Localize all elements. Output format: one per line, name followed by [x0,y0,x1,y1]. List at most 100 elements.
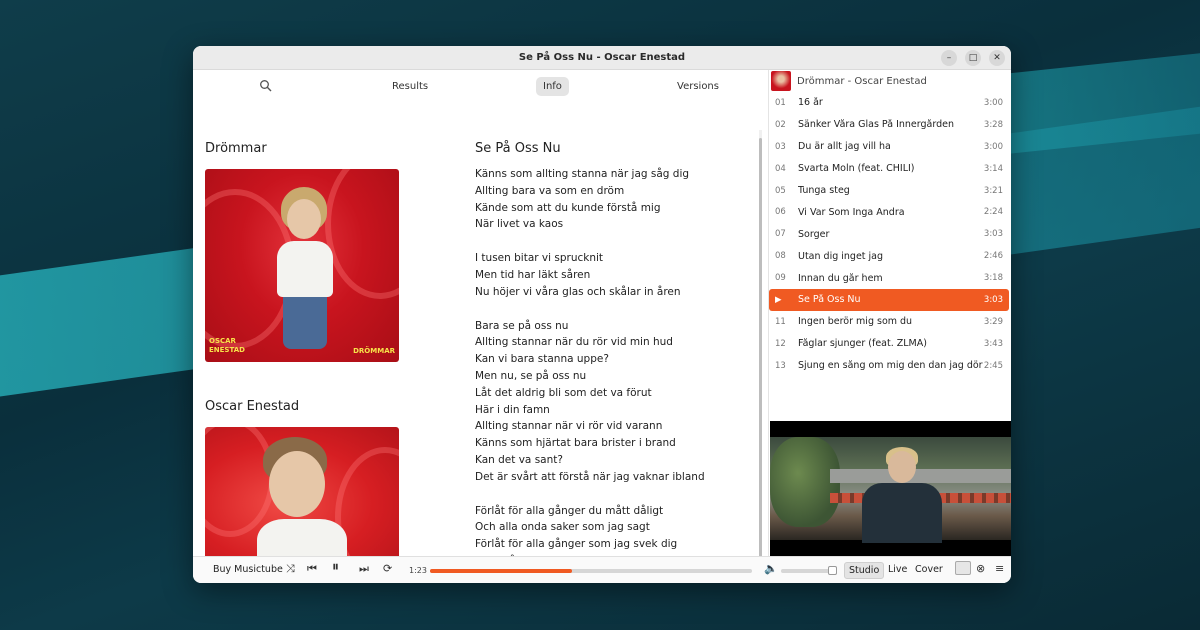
track-dur: 3:00 [983,141,1003,152]
track-dur: 3:18 [983,273,1003,284]
track-dur: 2:45 [983,360,1003,371]
track-name: Vi Var Som Inga Andra [798,206,905,218]
lyric-line: Känns som allting stanna när jag såg dig [475,168,690,180]
track-dur: 3:03 [983,229,1003,240]
track-dur: 3:21 [983,185,1003,196]
tab-versions[interactable]: Versions [670,77,726,96]
track-dur: 3:28 [983,119,1003,130]
main-scrollbar[interactable] [759,130,762,580]
track-dur: 3:29 [983,316,1003,327]
track-num: 13 [775,360,786,371]
track-num: 04 [775,163,786,174]
search-icon[interactable] [259,79,273,93]
track-row[interactable]: 08 Utan dig inget jag 2:46 [769,245,1009,267]
previous-icon[interactable]: ⏮ [307,562,317,576]
maximize-icon[interactable]: □ [965,50,981,66]
track-row[interactable]: 02 Sänker Våra Glas På Innergården 3:28 [769,114,1009,136]
tracklist-panel: Drömmar - Oscar Enestad 01 16 år 3:00 02 Sän… [768,70,1011,556]
track-num: 06 [775,207,786,218]
track-num: 03 [775,141,786,152]
cover-artist-text: OSCAR ENESTAD [209,337,245,354]
clear-icon[interactable]: ⊗ [976,562,985,575]
lyric-stanza: Känns som allting stanna när jag såg dig… [475,166,755,233]
track-name: Sorger [798,228,830,240]
lyric-line: Men tid har läkt såren [475,268,591,281]
track-name: Svarta Moln (feat. CHILI) [798,163,915,175]
minimize-icon[interactable]: – [941,50,957,66]
repeat-icon[interactable]: ⟳ [383,562,392,575]
track-num: 02 [775,119,786,130]
app-window: Se På Oss Nu - Oscar Enestad – □ ✕ Resul… [193,46,1011,583]
fullscreen-video-icon[interactable] [955,561,971,575]
lyric-line: Och alla onda saker som jag sagt [475,521,650,534]
elapsed-time: 1:23 [409,566,427,575]
lyric-line: Känns som hjärtat bara brister i brand [475,437,676,450]
track-name: Tunga steg [798,185,850,196]
track-row[interactable]: ▶ Se På Oss Nu 3:03 [769,289,1009,311]
lyric-line: Det är svårt att förstå när jag vaknar i… [475,470,705,483]
track-row[interactable]: 07 Sorger 3:03 [769,223,1009,245]
lyric-stanza: I tusen bitar vi sprucknit Men tid har lä… [475,250,755,300]
mode-cover-button[interactable]: Cover [911,562,947,577]
lyric-line: Låt det aldrig bli som det va förut [475,386,652,399]
track-name: Sänker Våra Glas På Innergården [798,119,954,131]
progress-bar[interactable] [430,569,752,573]
mode-live-button[interactable]: Live [884,562,911,577]
track-num: ▶ [775,294,782,305]
track-list: 01 16 år 3:00 02 Sänker Våra Glas På Innergå… [769,92,1011,377]
track-row[interactable]: 04 Svarta Moln (feat. CHILI) 3:14 [769,158,1009,180]
track-name: Ingen berör mig som du [798,316,913,328]
track-name: Du är allt jag vill ha [798,141,891,153]
track-row[interactable]: 13 Sjung en sång om mig den dan jag dör 2:… [769,355,1009,377]
track-num: 07 [775,229,786,240]
track-row[interactable]: 09 Innan du går hem 3:18 [769,267,1009,289]
shuffle-icon[interactable]: ⤨ [286,562,295,576]
track-row[interactable]: 03 Du är allt jag vill ha 3:00 [769,136,1009,158]
buy-button[interactable]: Buy Musictube [213,564,283,575]
video-player[interactable] [770,421,1011,556]
track-row[interactable]: 05 Tunga steg 3:21 [769,180,1009,202]
tracklist-header: Drömmar - Oscar Enestad [769,70,1011,92]
mode-studio-button[interactable]: Studio [844,562,885,579]
close-icon[interactable]: ✕ [989,50,1005,66]
player-bar: Buy Musictube ⤨ ⏮ ⏸ ⏭ ⟳ 1:23 🔈 Studio Li… [193,556,1011,583]
track-name: 16 år [798,97,823,109]
lyrics-text: Känns som allting stanna när jag såg dig… [475,166,755,583]
lyric-line: Kan det va sant? [475,453,563,466]
track-dur: 3:14 [983,163,1003,174]
lyric-line: När livet va kaos [475,218,564,231]
track-row[interactable]: 01 16 år 3:00 [769,92,1009,114]
lyrics-title: Se På Oss Nu [475,141,561,156]
album-thumbnail [771,71,791,91]
track-num: 08 [775,251,786,262]
tracklist-title: Drömmar - Oscar Enestad [797,75,927,87]
cover-album-text: DRÖMMAR [353,347,395,355]
track-num: 11 [775,316,786,327]
track-dur: 3:43 [983,338,1003,349]
lyric-line: Nu höjer vi våra glas och skålar in åren [475,285,681,298]
tab-info[interactable]: Info [536,77,569,96]
volume-slider[interactable] [781,566,837,575]
tab-bar: Results Info Versions [193,70,761,102]
volume-icon[interactable]: 🔈 [764,562,778,575]
next-icon[interactable]: ⏭ [359,562,369,576]
lyric-line: I tusen bitar vi sprucknit [475,252,604,265]
menu-icon[interactable]: ≡ [995,562,1004,575]
track-row[interactable]: 11 Ingen berör mig som du 3:29 [769,311,1009,333]
window-title: Se På Oss Nu - Oscar Enestad [518,52,686,63]
tab-results[interactable]: Results [385,77,435,96]
track-name: Innan du går hem [798,272,883,284]
track-name: Fåglar sjunger (feat. ZLMA) [798,338,927,350]
track-row[interactable]: 12 Fåglar sjunger (feat. ZLMA) 3:43 [769,333,1009,355]
info-panel: Results Info Versions Drömmar OSCAR ENES… [193,70,762,580]
track-dur: 3:00 [983,97,1003,108]
pause-icon[interactable]: ⏸ [332,559,339,575]
lyric-line: Allting stannar när vi rör vid varann [475,420,663,433]
album-heading: Drömmar [205,141,267,156]
lyric-line: Här i din famn [475,403,550,416]
lyric-line: Förlåt för alla gånger du mått dåligt [475,504,664,517]
track-row[interactable]: 06 Vi Var Som Inga Andra 2:24 [769,201,1009,223]
track-num: 09 [775,273,786,284]
track-num: 01 [775,97,786,108]
album-cover: OSCAR ENESTAD DRÖMMAR [205,169,399,362]
